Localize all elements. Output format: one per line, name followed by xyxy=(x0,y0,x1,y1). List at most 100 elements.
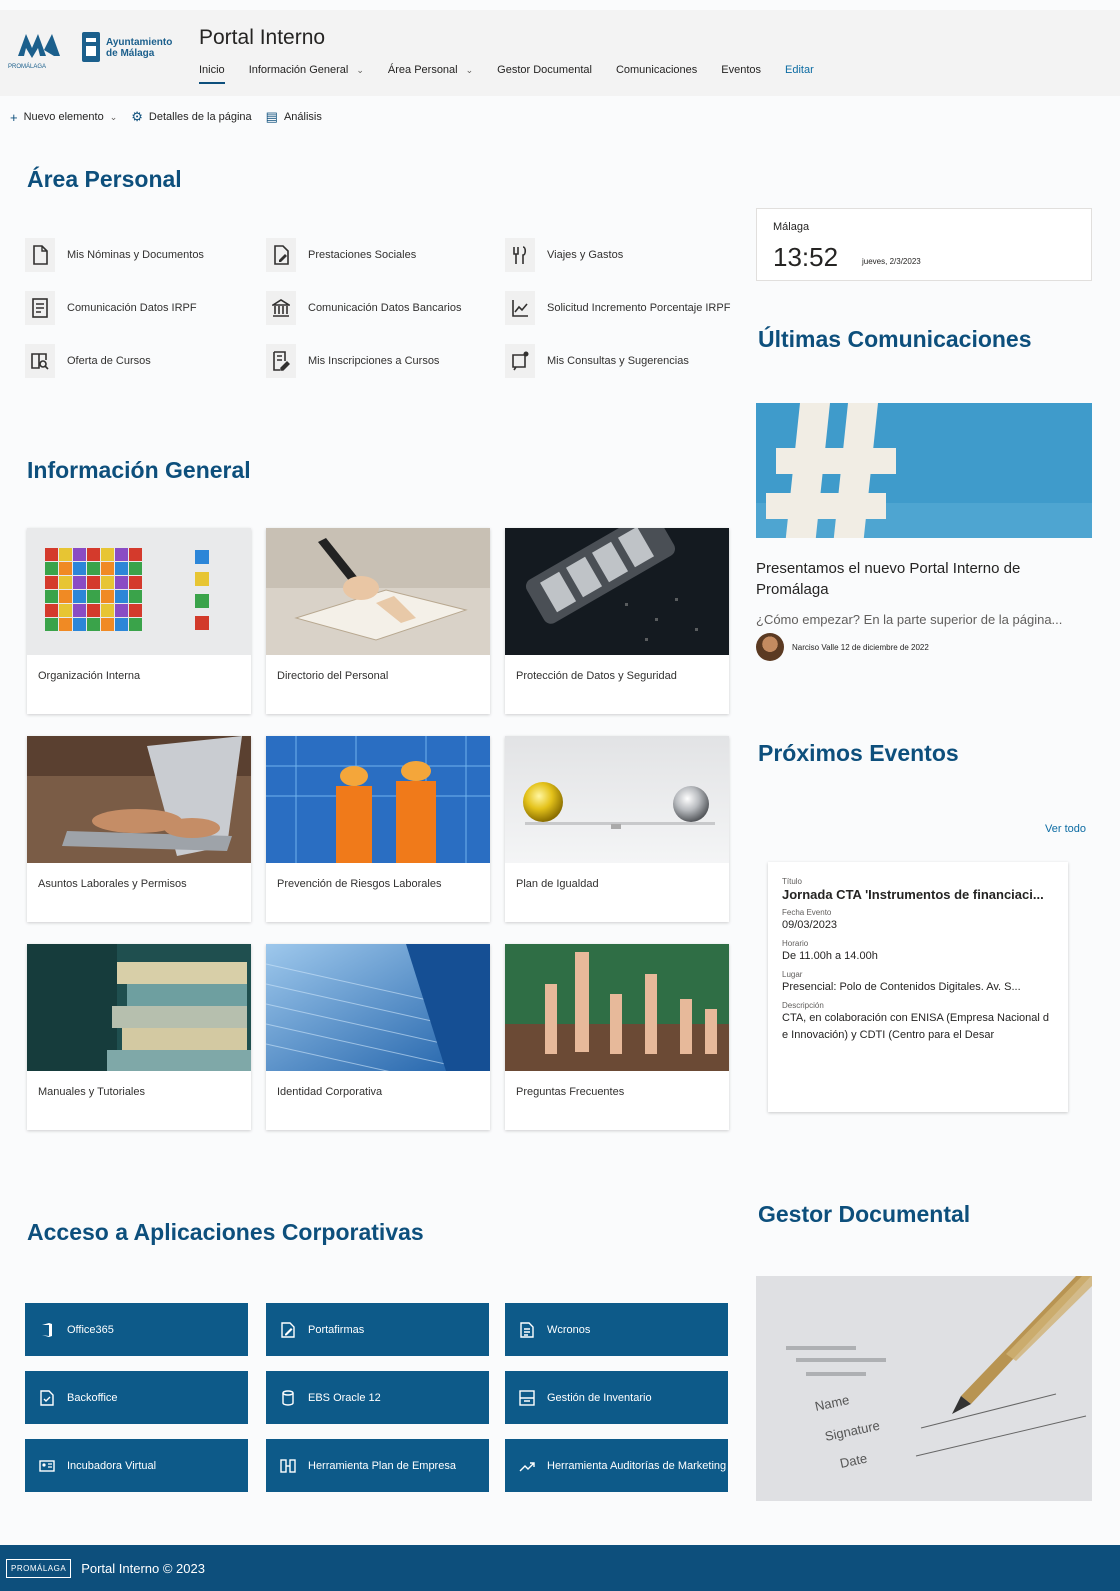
edit-nav-link[interactable]: Editar xyxy=(785,58,814,82)
svg-text:PROMÁLAGA: PROMÁLAGA xyxy=(8,63,46,70)
chevron-down-icon: ⌄ xyxy=(356,64,364,75)
app-incubadora-button[interactable]: Incubadora Virtual xyxy=(25,1439,248,1492)
quick-link-consultas[interactable]: Mis Consultas y Sugerencias xyxy=(505,344,735,378)
card-organizacion-interna[interactable]: Organización Interna xyxy=(27,528,251,714)
event-location-label: Lugar xyxy=(782,970,803,979)
ayuntamiento-logo[interactable]: Ayuntamiento de Málaga xyxy=(80,28,186,68)
gestor-documental-heading: Gestor Documental xyxy=(758,1201,971,1227)
card-prevencion-riesgos[interactable]: Prevención de Riesgos Laborales xyxy=(266,736,490,922)
card-preguntas-frecuentes[interactable]: Preguntas Frecuentes xyxy=(505,944,729,1130)
book-search-icon xyxy=(25,344,55,378)
quick-link-nominas[interactable]: Mis Nóminas y Documentos xyxy=(25,238,255,272)
document-check-icon xyxy=(40,1389,54,1406)
card-image xyxy=(27,736,251,863)
analytics-button[interactable]: ▤ Análisis xyxy=(266,109,322,125)
ver-todo-link[interactable]: Ver todo xyxy=(1045,823,1086,835)
news-author: Narciso Valle 12 de diciembre de 2022 xyxy=(756,633,929,661)
site-title[interactable]: Portal Interno xyxy=(199,26,325,50)
event-time: De 11.00h a 14.00h xyxy=(782,950,878,962)
footer-logo: PROMÁLAGA xyxy=(6,1558,72,1578)
quick-link-bancarios[interactable]: Comunicación Datos Bancarios xyxy=(266,291,496,325)
new-item-button[interactable]: + Nuevo elemento ⌄ xyxy=(10,110,117,125)
command-bar: + Nuevo elemento ⌄ ⚙ Detalles de la pági… xyxy=(10,108,322,126)
office-icon xyxy=(42,1322,52,1337)
promalaga-logo[interactable]: PROMÁLAGA xyxy=(8,26,68,70)
card-image xyxy=(266,528,490,655)
plus-icon: + xyxy=(10,109,18,125)
inventory-icon xyxy=(519,1389,535,1406)
card-identidad-corporativa[interactable]: Identidad Corporativa xyxy=(266,944,490,1130)
contact-card-icon xyxy=(39,1459,55,1472)
news-image[interactable] xyxy=(756,403,1092,538)
quick-link-incremento-irpf[interactable]: Solicitud Incremento Porcentaje IRPF xyxy=(505,291,735,325)
event-time-label: Horario xyxy=(782,939,809,948)
app-office365-button[interactable]: Office365 xyxy=(25,1303,248,1356)
card-title: Plan de Igualdad xyxy=(516,878,599,890)
gestor-documental-image[interactable]: Name Signature Date xyxy=(756,1276,1092,1501)
edit-list-icon xyxy=(266,344,296,378)
comunicaciones-heading: Últimas Comunicaciones xyxy=(758,326,1032,352)
card-title: Directorio del Personal xyxy=(277,670,389,682)
quick-link-irpf[interactable]: Comunicación Datos IRPF xyxy=(25,291,255,325)
chevron-down-icon: ⌄ xyxy=(465,64,474,75)
app-backoffice-button[interactable]: Backoffice xyxy=(25,1371,248,1424)
document-icon xyxy=(25,238,55,272)
quick-link-viajes[interactable]: Viajes y Gastos xyxy=(505,238,735,272)
page-details-button[interactable]: ⚙ Detalles de la página xyxy=(131,109,251,125)
chevron-down-icon: ⌄ xyxy=(109,111,118,122)
event-card[interactable]: Título Jornada CTA 'Instrumentos de fina… xyxy=(768,862,1068,1112)
card-image xyxy=(266,944,490,1071)
news-author-text: Narciso Valle 12 de diciembre de 2022 xyxy=(792,642,929,652)
bank-icon xyxy=(266,291,296,325)
app-ebs-oracle-button[interactable]: EBS Oracle 12 xyxy=(266,1371,489,1424)
card-manuales-tutoriales[interactable]: Manuales y Tutoriales xyxy=(27,944,251,1130)
clock-time: 13:52 xyxy=(773,242,839,272)
card-title: Asuntos Laborales y Permisos xyxy=(38,878,187,890)
card-title: Prevención de Riesgos Laborales xyxy=(277,878,442,890)
trend-chart-icon xyxy=(505,291,535,325)
nav-inicio[interactable]: Inicio xyxy=(199,58,225,84)
app-portafirmas-button[interactable]: Portafirmas xyxy=(266,1303,489,1356)
card-title: Protección de Datos y Seguridad xyxy=(516,670,677,682)
avatar[interactable] xyxy=(756,633,784,661)
card-image xyxy=(27,528,251,655)
card-title: Identidad Corporativa xyxy=(277,1086,383,1098)
nav-gestor-documental[interactable]: Gestor Documental xyxy=(497,58,592,82)
card-plan-igualdad[interactable]: Plan de Igualdad xyxy=(505,736,729,922)
app-plan-empresa-button[interactable]: Herramienta Plan de Empresa xyxy=(266,1439,489,1492)
feedback-icon xyxy=(505,344,535,378)
app-wcronos-button[interactable]: Wcronos xyxy=(505,1303,728,1356)
card-asuntos-laborales[interactable]: Asuntos Laborales y Permisos xyxy=(27,736,251,922)
quick-link-prestaciones[interactable]: Prestaciones Sociales xyxy=(266,238,496,272)
event-description-label: Descripción xyxy=(782,1001,824,1010)
news-description: ¿Cómo empezar? En la parte superior de l… xyxy=(756,612,1063,627)
card-title: Organización Interna xyxy=(38,670,141,682)
footer-text: Portal Interno © 2023 xyxy=(81,1560,205,1576)
nav-eventos[interactable]: Eventos xyxy=(721,58,761,82)
news-title[interactable]: Presentamos el nuevo Portal Interno de P… xyxy=(756,558,1092,600)
app-inventario-button[interactable]: Gestión de Inventario xyxy=(505,1371,728,1424)
aplicaciones-heading: Acceso a Aplicaciones Corporativas xyxy=(27,1219,424,1245)
chart-icon: ▤ xyxy=(265,109,278,124)
gear-icon: ⚙ xyxy=(131,109,143,124)
event-title-label: Título xyxy=(782,877,803,886)
quick-link-oferta-cursos[interactable]: Oferta de Cursos xyxy=(25,344,255,378)
event-title: Jornada CTA 'Instrumentos de financiaci.… xyxy=(782,887,1044,902)
site-header: PROMÁLAGA Ayuntamiento de Málaga Portal … xyxy=(0,10,1120,96)
card-proteccion-datos[interactable]: Protección de Datos y Seguridad xyxy=(505,528,729,714)
food-icon xyxy=(505,238,535,272)
form-icon xyxy=(25,291,55,325)
card-directorio-personal[interactable]: Directorio del Personal xyxy=(266,528,490,714)
svg-text:Ayuntamiento: Ayuntamiento xyxy=(106,37,172,48)
event-date: 09/03/2023 xyxy=(782,919,838,931)
nav-comunicaciones[interactable]: Comunicaciones xyxy=(616,58,697,82)
card-image xyxy=(27,944,251,1071)
card-title: Preguntas Frecuentes xyxy=(516,1086,625,1098)
app-auditorias-marketing-button[interactable]: Herramienta Auditorías de Marketing xyxy=(505,1439,728,1492)
document-list-icon xyxy=(520,1321,534,1338)
quick-link-inscripciones[interactable]: Mis Inscripciones a Cursos xyxy=(266,344,496,378)
nav-area-personal[interactable]: Área Personal ⌄ xyxy=(388,58,473,82)
event-description: CTA, en colaboración con ENISA (Empresa … xyxy=(782,1012,1049,1041)
toolbox-icon xyxy=(280,1458,296,1473)
nav-informacion-general[interactable]: Información General ⌄ xyxy=(249,58,364,82)
